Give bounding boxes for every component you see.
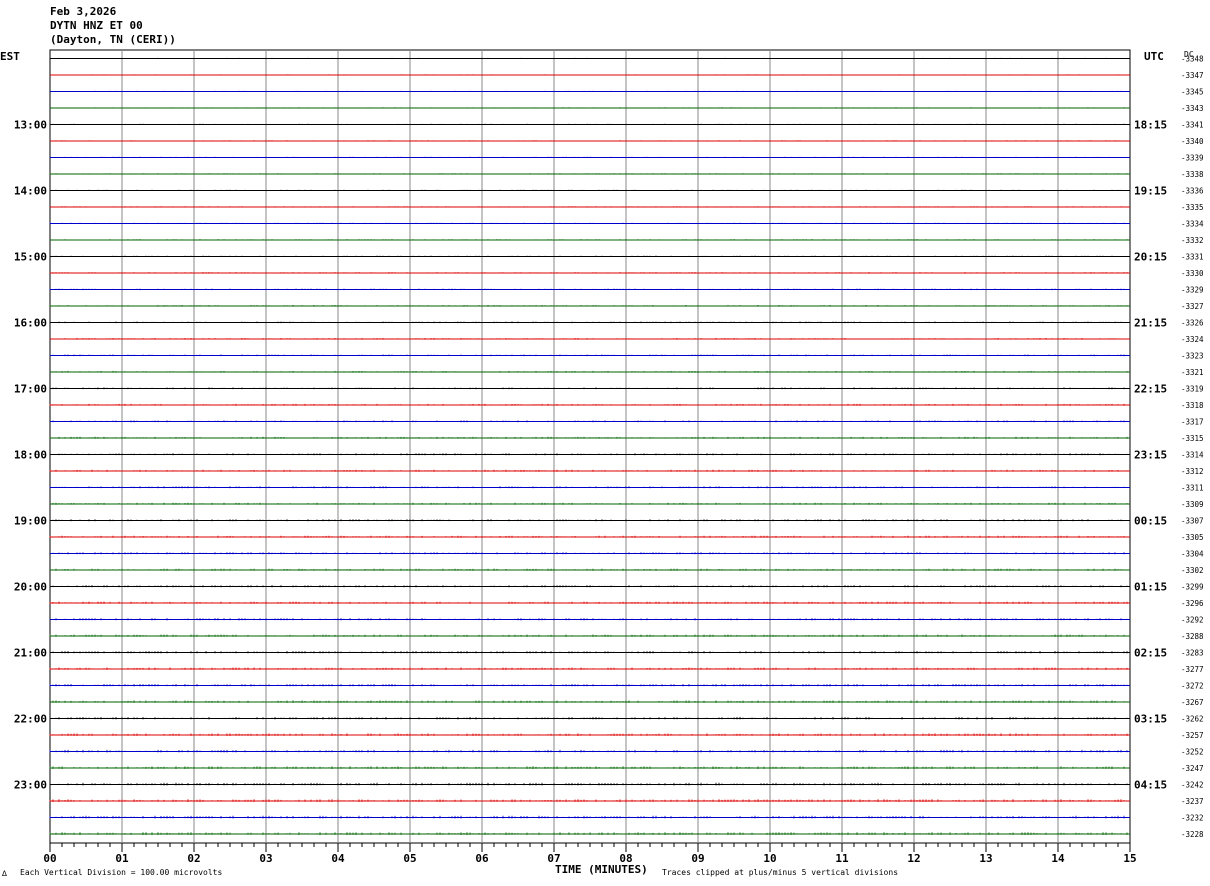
dc-offset-label: -3339: [1181, 154, 1204, 163]
dc-offset-label: -3348: [1181, 55, 1204, 64]
dc-offset-label: -3288: [1181, 632, 1204, 641]
scale-note: Each Vertical Division = 100.00 microvol…: [20, 868, 223, 877]
est-hour-label: 23:00: [14, 779, 47, 792]
dc-offset-label: -3283: [1181, 649, 1204, 658]
dc-offset-label: -3334: [1181, 220, 1204, 229]
dc-offset-label: -3329: [1181, 286, 1204, 295]
dc-offset-label: -3296: [1181, 599, 1204, 608]
x-tick-label: 03: [259, 852, 272, 865]
est-hour-label: 15:00: [14, 251, 47, 264]
dc-offset-label: -3247: [1181, 764, 1204, 773]
est-hour-label: 14:00: [14, 185, 47, 198]
x-tick-label: 12: [907, 852, 920, 865]
utc-hour-label: 23:15: [1134, 449, 1167, 462]
dc-offset-label: -3307: [1181, 517, 1204, 526]
dc-offset-label: -3312: [1181, 467, 1204, 476]
corner-mark: ∆: [2, 869, 7, 878]
utc-hour-label: 04:15: [1134, 779, 1167, 792]
dc-offset-label: -3327: [1181, 302, 1204, 311]
dc-offset-label: -3309: [1181, 500, 1204, 509]
dc-offset-label: -3330: [1181, 269, 1204, 278]
dc-offset-label: -3345: [1181, 88, 1204, 97]
x-tick-label: 01: [115, 852, 129, 865]
dc-offset-label: -3347: [1181, 71, 1204, 80]
dc-offset-label: -3257: [1181, 731, 1204, 740]
est-hour-label: 16:00: [14, 317, 47, 330]
dc-offset-label: -3302: [1181, 566, 1204, 575]
utc-hour-label: 00:15: [1134, 515, 1167, 528]
dc-offset-label: -3232: [1181, 814, 1204, 823]
utc-hour-label: 21:15: [1134, 317, 1167, 330]
utc-hour-label: 02:15: [1134, 647, 1167, 660]
x-axis-title: TIME (MINUTES): [555, 863, 648, 876]
dc-offset-label: -3242: [1181, 781, 1204, 790]
utc-hour-label: 01:15: [1134, 581, 1167, 594]
utc-hour-label: 03:15: [1134, 713, 1167, 726]
dc-offset-label: -3336: [1181, 187, 1204, 196]
dc-offset-label: -3343: [1181, 104, 1204, 113]
x-tick-label: 13: [979, 852, 992, 865]
est-hour-label: 19:00: [14, 515, 47, 528]
x-tick-label: 00: [43, 852, 56, 865]
dc-offset-label: -3262: [1181, 715, 1204, 724]
dc-offset-label: -3317: [1181, 418, 1204, 427]
dc-offset-label: -3335: [1181, 203, 1204, 212]
x-tick-label: 10: [763, 852, 776, 865]
dc-offset-label: -3318: [1181, 401, 1204, 410]
x-tick-label: 04: [331, 852, 345, 865]
x-tick-label: 09: [691, 852, 704, 865]
x-tick-label: 06: [475, 852, 489, 865]
plot-frame: [49, 49, 1131, 844]
dc-offset-label: -3299: [1181, 583, 1204, 592]
x-tick-label: 05: [403, 852, 416, 865]
dc-offset-label: -3252: [1181, 748, 1204, 757]
dc-offset-label: -3338: [1181, 170, 1204, 179]
dc-offset-label: -3228: [1181, 830, 1204, 839]
dc-offset-label: -3331: [1181, 253, 1204, 262]
est-hour-label: 21:00: [14, 647, 47, 660]
dc-offset-label: -3341: [1181, 121, 1204, 130]
dc-offset-label: -3304: [1181, 550, 1204, 559]
dc-offset-label: -3321: [1181, 368, 1204, 377]
est-hour-label: 13:00: [14, 119, 47, 132]
dc-offset-label: -3292: [1181, 616, 1204, 625]
utc-hour-label: 22:15: [1134, 383, 1167, 396]
utc-hour-label: 18:15: [1134, 119, 1167, 132]
x-tick-label: 15: [1123, 852, 1136, 865]
est-hour-label: 18:00: [14, 449, 47, 462]
dc-offset-label: -3332: [1181, 236, 1204, 245]
est-hour-label: 17:00: [14, 383, 47, 396]
dc-offset-label: -3340: [1181, 137, 1204, 146]
utc-hour-label: 19:15: [1134, 185, 1167, 198]
dc-offset-label: -3272: [1181, 682, 1204, 691]
dc-offset-label: -3305: [1181, 533, 1204, 542]
clip-note: Traces clipped at plus/minus 5 vertical …: [662, 868, 899, 877]
dc-offset-label: -3326: [1181, 319, 1204, 328]
dc-offset-label: -3277: [1181, 665, 1204, 674]
utc-hour-label: 20:15: [1134, 251, 1167, 264]
dc-offset-label: -3315: [1181, 434, 1204, 443]
dc-offset-label: -3319: [1181, 385, 1204, 394]
dc-offset-label: -3237: [1181, 797, 1204, 806]
dc-offset-label: -3323: [1181, 352, 1204, 361]
dc-offset-label: -3267: [1181, 698, 1204, 707]
x-tick-label: 11: [835, 852, 849, 865]
dc-offset-label: -3311: [1181, 484, 1204, 493]
est-hour-label: 22:00: [14, 713, 47, 726]
dc-offset-label: -3314: [1181, 451, 1204, 460]
dc-offset-label: -3324: [1181, 335, 1204, 344]
x-tick-label: 02: [187, 852, 200, 865]
est-hour-label: 20:00: [14, 581, 47, 594]
seismogram-plot: -3348 -3347 -3345 -3343 -3341 -3340 -3339 -3338…: [14, 49, 1204, 865]
x-tick-label: 14: [1051, 852, 1065, 865]
